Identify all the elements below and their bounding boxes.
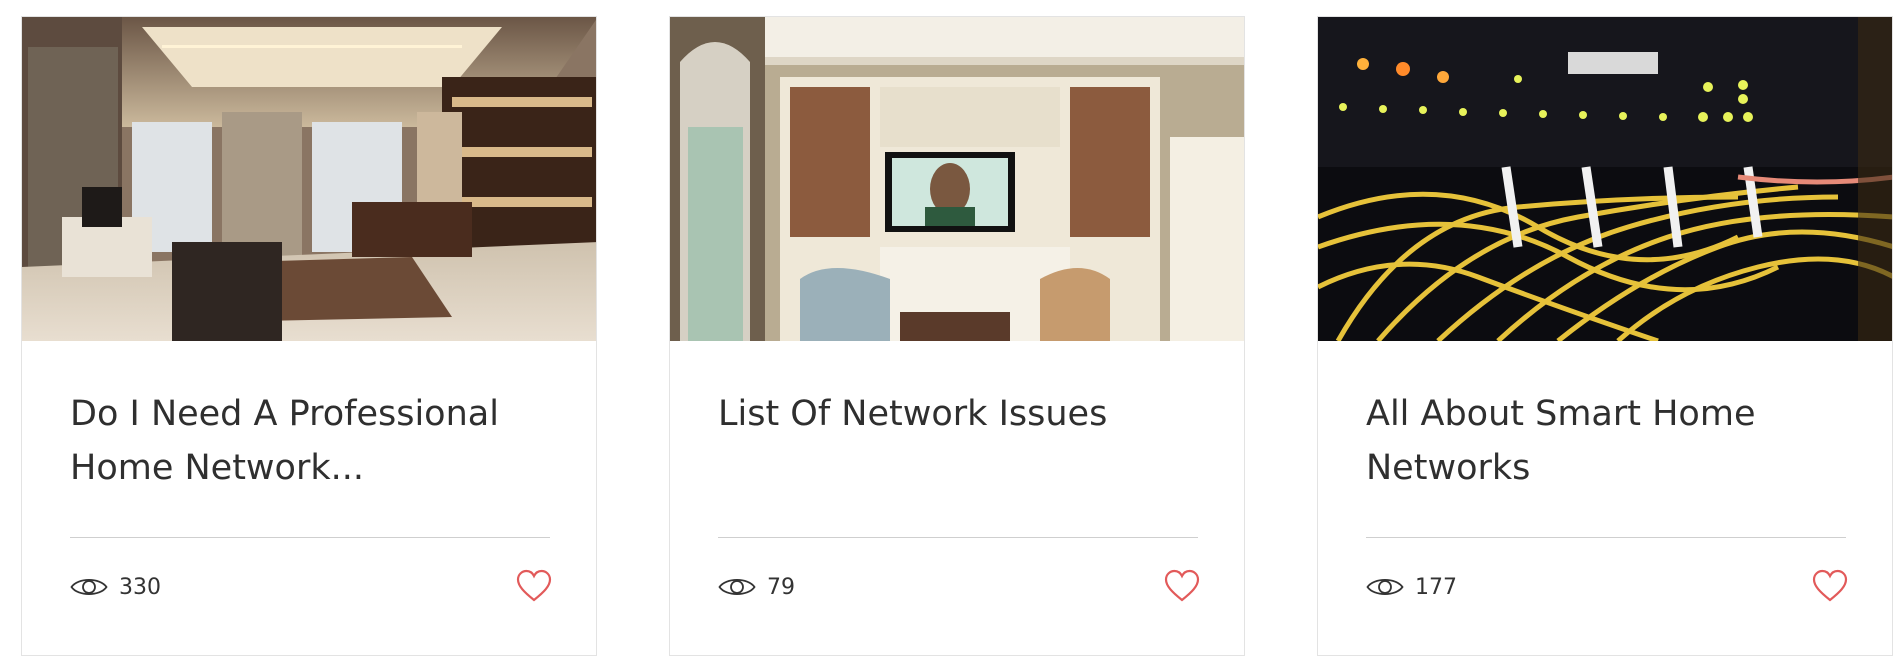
divider (718, 537, 1198, 538)
views-count: 330 (119, 574, 161, 600)
view-count: 330 (70, 569, 161, 605)
post-card[interactable]: All About Smart Home Networks 177 (1317, 16, 1893, 656)
divider (70, 537, 550, 538)
heart-icon (1812, 569, 1848, 602)
views-count: 79 (767, 574, 795, 600)
view-count: 79 (718, 569, 795, 605)
living-room-photo (670, 17, 1244, 341)
post-image-living-room[interactable] (670, 17, 1244, 341)
post-card[interactable]: Do I Need A Professional Home Network...… (21, 16, 597, 656)
eye-icon (1366, 578, 1404, 596)
divider (1366, 537, 1846, 538)
eye-icon (70, 578, 108, 596)
network-cables-photo (1318, 17, 1892, 341)
post-title[interactable]: All About Smart Home Networks (1366, 387, 1846, 495)
view-count: 177 (1366, 569, 1457, 605)
heart-icon (1164, 569, 1200, 602)
post-title[interactable]: Do I Need A Professional Home Network... (70, 387, 550, 495)
eye-icon (718, 578, 756, 596)
home-office-photo (22, 17, 596, 341)
post-image-home-office[interactable] (22, 17, 596, 341)
like-button[interactable] (1812, 569, 1848, 603)
post-image-network-cables[interactable] (1318, 17, 1892, 341)
views-count: 177 (1415, 574, 1457, 600)
like-button[interactable] (516, 569, 552, 603)
post-title[interactable]: List Of Network Issues (718, 387, 1198, 441)
like-button[interactable] (1164, 569, 1200, 603)
post-card[interactable]: List Of Network Issues 79 (669, 16, 1245, 656)
heart-icon (516, 569, 552, 602)
